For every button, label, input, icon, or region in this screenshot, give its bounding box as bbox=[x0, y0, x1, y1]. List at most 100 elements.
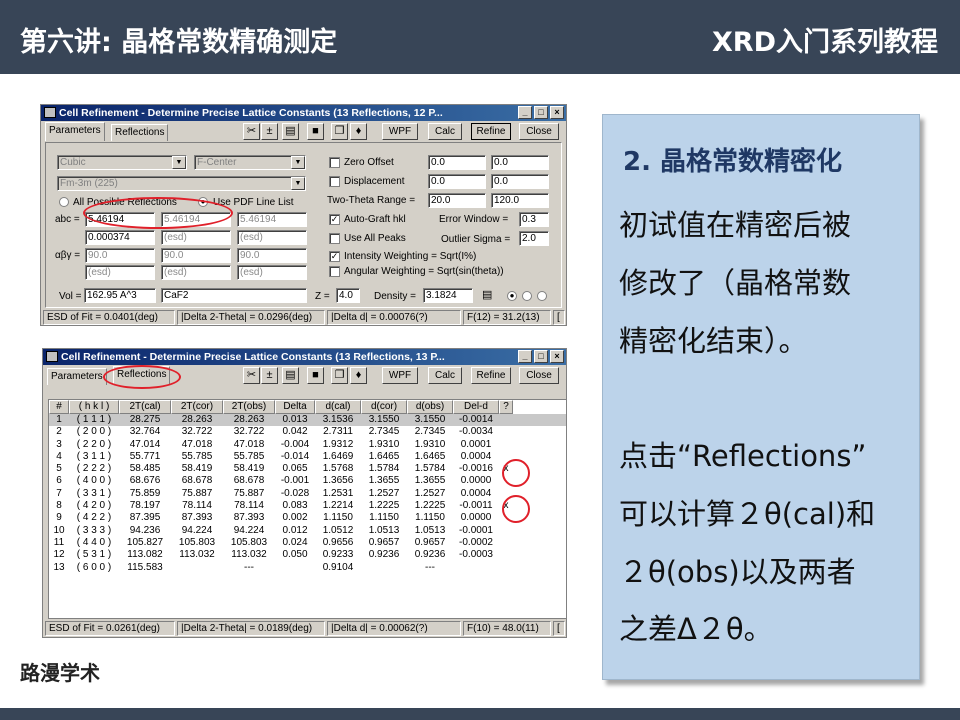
table-cell: 1.3656 bbox=[322, 475, 354, 487]
refine-button[interactable]: Refine bbox=[471, 367, 511, 384]
table-cell: 4 bbox=[56, 450, 62, 462]
table-cell: 28.263 bbox=[233, 414, 265, 425]
displacement-checkbox[interactable] bbox=[329, 176, 340, 187]
scissors-icon[interactable]: ✂ bbox=[243, 123, 260, 140]
table-cell: 68.678 bbox=[181, 475, 213, 487]
minimize-button[interactable]: _ bbox=[518, 106, 532, 119]
beta-input[interactable]: 90.0 bbox=[161, 248, 231, 263]
table-row[interactable]: 1 ( 1 1 1 ) 28.275 28.263 28.263 0.013 3.1536 3… bbox=[49, 414, 566, 427]
tab-parameters[interactable]: Parameters bbox=[45, 122, 105, 141]
table-row[interactable]: 11 ( 4 4 0 ) 105.827 105.803 105.803 0.024 0.9… bbox=[49, 536, 566, 549]
all-reflections-radio[interactable] bbox=[59, 197, 69, 207]
table-cell: 32.764 bbox=[129, 426, 161, 438]
column-header[interactable]: ( h k l ) bbox=[69, 400, 119, 414]
minimize-button[interactable]: _ bbox=[518, 350, 532, 363]
table-row[interactable]: 6 ( 4 0 0 ) 68.676 68.678 68.678 -0.001 1.3656… bbox=[49, 475, 566, 487]
table-cell: 58.419 bbox=[181, 463, 213, 475]
slide-footer-bar bbox=[0, 708, 960, 720]
table-cell: 1.1150 bbox=[323, 512, 353, 524]
table-row[interactable]: 3 ( 2 2 0 ) 47.014 47.018 47.018 -0.004 1.9312… bbox=[49, 439, 566, 451]
table-cell bbox=[499, 426, 513, 438]
stepper-icon[interactable]: ± bbox=[261, 123, 278, 140]
column-header[interactable]: 2T(cal) bbox=[119, 400, 171, 414]
table-cell: -0.0003 bbox=[459, 549, 493, 561]
printer-icon[interactable]: ▤ bbox=[282, 123, 299, 140]
table-cell: 105.803 bbox=[230, 536, 268, 548]
table-row[interactable]: 13 ( 6 0 0 ) 115.583 --- 0.9104 --- bbox=[49, 561, 566, 574]
save-icon[interactable]: ■ bbox=[307, 123, 324, 140]
zero-offset-input[interactable]: 0.0 bbox=[428, 155, 486, 170]
table-row[interactable]: 7 ( 3 3 1 ) 75.859 75.887 75.887 -0.028 1.2531… bbox=[49, 488, 566, 500]
alpha-input[interactable]: 90.0 bbox=[85, 248, 155, 263]
scissors-icon[interactable]: ✂ bbox=[243, 367, 260, 384]
maximize-button[interactable]: □ bbox=[534, 350, 548, 363]
status-extra: [ bbox=[553, 621, 565, 636]
crystal-system-select[interactable]: Cubic ▼ bbox=[57, 155, 187, 170]
updown-icon[interactable]: ♦ bbox=[350, 367, 367, 384]
auto-graft-checkbox[interactable]: ✓ bbox=[329, 214, 340, 225]
error-window-label: Error Window = bbox=[439, 214, 509, 225]
calc-button[interactable]: Calc bbox=[428, 367, 462, 384]
table-cell: 2.7345 bbox=[414, 426, 446, 438]
copy-icon[interactable]: ❐ bbox=[331, 123, 348, 140]
close-button[interactable]: Close bbox=[519, 367, 559, 384]
two-theta-min-input[interactable]: 20.0 bbox=[428, 193, 486, 208]
tab-parameters[interactable]: Parameters bbox=[47, 368, 107, 385]
two-theta-max-input[interactable]: 120.0 bbox=[491, 193, 549, 208]
table-row[interactable]: 2 ( 2 0 0 ) 32.764 32.722 32.722 0.042 2.7311 2… bbox=[49, 426, 566, 438]
use-all-peaks-checkbox[interactable] bbox=[329, 233, 340, 244]
close-window-button[interactable]: × bbox=[550, 350, 564, 363]
table-body: 1 ( 1 1 1 ) 28.275 28.263 28.263 0.013 3.1536 3… bbox=[49, 414, 566, 574]
density-option-radio-3[interactable] bbox=[537, 291, 547, 301]
close-button[interactable]: Close bbox=[519, 123, 559, 140]
wpf-button[interactable]: WPF bbox=[382, 367, 418, 384]
column-header[interactable]: d(obs) bbox=[407, 400, 453, 414]
column-header[interactable]: 2T(cor) bbox=[171, 400, 223, 414]
table-row[interactable]: 9 ( 4 2 2 ) 87.395 87.393 87.393 0.002 1.1150 1… bbox=[49, 512, 566, 524]
density-option-radio-2[interactable] bbox=[522, 291, 532, 301]
table-cell: ( 6 0 0 ) bbox=[76, 561, 112, 573]
table-row[interactable]: 5 ( 2 2 2 ) 58.485 58.419 58.419 0.065 1.5768 1… bbox=[49, 463, 566, 475]
column-header[interactable]: d(cal) bbox=[315, 400, 361, 414]
gamma-input[interactable]: 90.0 bbox=[237, 248, 307, 263]
column-header[interactable]: # bbox=[49, 400, 69, 414]
outlier-sigma-input[interactable]: 2.0 bbox=[519, 231, 549, 246]
table-row[interactable]: 4 ( 3 1 1 ) 55.771 55.785 55.785 -0.014 1.6469… bbox=[49, 450, 566, 463]
column-header[interactable]: d(cor) bbox=[361, 400, 407, 414]
angular-weighting-checkbox[interactable] bbox=[329, 266, 340, 277]
table-row[interactable]: 8 ( 4 2 0 ) 78.197 78.114 78.114 0.083 1.2214 1… bbox=[49, 500, 566, 512]
calc-button[interactable]: Calc bbox=[428, 123, 462, 140]
printer-icon[interactable]: ▤ bbox=[282, 367, 299, 384]
table-cell: 1.5784 bbox=[414, 463, 446, 475]
intensity-weighting-checkbox[interactable]: ✓ bbox=[329, 251, 340, 262]
tab-reflections[interactable]: Reflections bbox=[111, 124, 169, 141]
zero-offset-checkbox[interactable] bbox=[329, 157, 340, 168]
z-input[interactable]: 4.0 bbox=[336, 288, 360, 303]
wpf-button[interactable]: WPF bbox=[382, 123, 418, 140]
density-option-radio-1[interactable]: ● bbox=[507, 291, 517, 301]
refine-button[interactable]: Refine bbox=[471, 123, 511, 140]
table-row[interactable]: 12 ( 5 3 1 ) 113.082 113.032 113.032 0.050 0.9… bbox=[49, 549, 566, 561]
column-header[interactable]: 2T(obs) bbox=[223, 400, 275, 414]
column-header[interactable]: Delta bbox=[275, 400, 315, 414]
centering-select[interactable]: F-Center ▼ bbox=[194, 155, 306, 170]
formula-input[interactable]: CaF2 bbox=[161, 288, 307, 303]
copy-icon[interactable]: ❐ bbox=[331, 367, 348, 384]
stepper-icon[interactable]: ± bbox=[261, 367, 278, 384]
printer-icon[interactable]: ▤ bbox=[482, 289, 492, 302]
maximize-button[interactable]: □ bbox=[534, 106, 548, 119]
space-group-select[interactable]: Fm-3m (225) ▼ bbox=[57, 176, 306, 191]
save-icon[interactable]: ■ bbox=[307, 367, 324, 384]
updown-icon[interactable]: ♦ bbox=[350, 123, 367, 140]
table-cell: 0.050 bbox=[282, 549, 308, 561]
status-extra: [ bbox=[553, 310, 565, 325]
column-header[interactable]: ? bbox=[499, 400, 513, 414]
table-row[interactable]: 10 ( 3 3 3 ) 94.236 94.224 94.224 0.012 1.0512… bbox=[49, 525, 566, 537]
error-window-input[interactable]: 0.3 bbox=[519, 212, 549, 227]
displacement-input[interactable]: 0.0 bbox=[428, 174, 486, 189]
column-header[interactable]: Del-d bbox=[453, 400, 499, 414]
table-cell: 6 bbox=[56, 475, 62, 487]
table-cell: -0.0016 bbox=[459, 463, 493, 475]
c-input[interactable]: 5.46194 bbox=[237, 212, 307, 227]
close-window-button[interactable]: × bbox=[550, 106, 564, 119]
